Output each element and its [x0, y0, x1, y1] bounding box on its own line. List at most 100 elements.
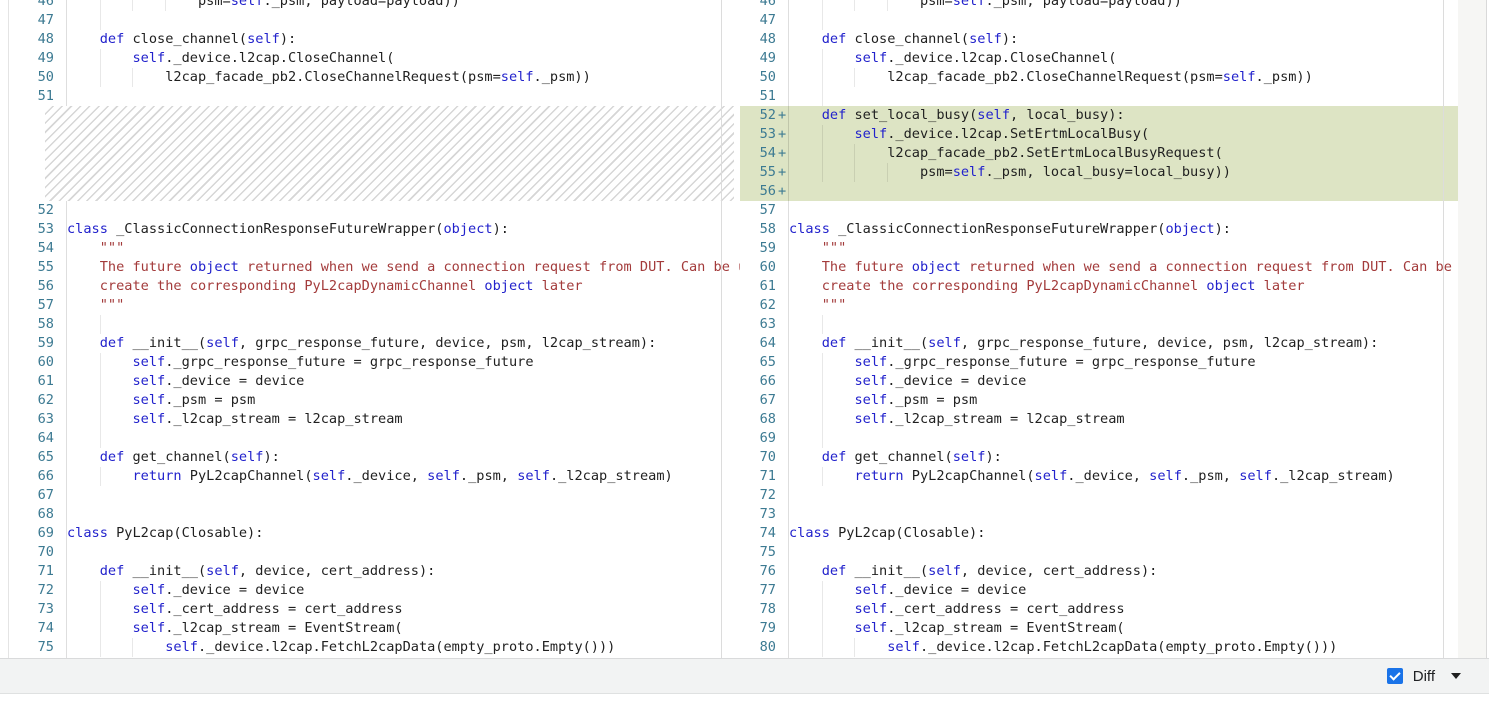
line-gutter: 54: [0, 239, 67, 258]
line-gutter: 80: [740, 638, 789, 657]
line-number: 62: [740, 296, 778, 315]
scrollbar-track[interactable]: [1458, 0, 1487, 658]
line-gutter: 78: [740, 600, 789, 619]
added-line-marker: [56, 353, 66, 372]
added-line-marker: [778, 467, 788, 486]
code-text: def __init__(self, device, cert_address)…: [67, 562, 740, 581]
line-gutter: 57: [0, 296, 67, 315]
code-text: class _ClassicConnectionResponseFutureWr…: [789, 220, 1458, 239]
code-line: 59 def __init__(self, grpc_response_futu…: [0, 334, 740, 353]
line-number: 71: [740, 467, 778, 486]
code-line: 51: [0, 87, 740, 106]
code-text: class PyL2cap(Closable):: [789, 524, 1458, 543]
code-line: 68 self._l2cap_stream = l2cap_stream: [740, 410, 1458, 429]
code-line: 67 self._psm = psm: [740, 391, 1458, 410]
code-text: """: [67, 296, 740, 315]
added-line-marker: [778, 277, 788, 296]
line-number: 65: [740, 353, 778, 372]
code-text: [67, 543, 740, 562]
line-gutter: 70: [740, 448, 789, 467]
code-line: 69: [740, 429, 1458, 448]
code-line: 79 self._l2cap_stream = EventStream(: [740, 619, 1458, 638]
line-gutter: 52: [0, 201, 67, 220]
line-gutter: 52+: [740, 106, 789, 125]
added-line-marker: [778, 448, 788, 467]
code-text: The future object returned when we send …: [67, 258, 740, 277]
code-text: self._l2cap_stream = EventStream(: [789, 619, 1458, 638]
code-rows-new: 46 psm=self._psm, payload=payload))4748 …: [740, 0, 1458, 658]
line-gutter: 58: [0, 315, 67, 334]
code-line: 71 def __init__(self, device, cert_addre…: [0, 562, 740, 581]
code-line: 51: [740, 87, 1458, 106]
added-line-marker: [56, 467, 66, 486]
line-gutter: 70: [0, 543, 67, 562]
diff-pane-old: 46 psm=self._psm, payload=payload))4748 …: [0, 0, 740, 658]
code-line: 63 self._l2cap_stream = l2cap_stream: [0, 410, 740, 429]
line-gutter: 69: [0, 524, 67, 543]
added-line-marker: +: [778, 163, 788, 182]
line-gutter: 48: [0, 30, 67, 49]
code-text: psm=self._psm, payload=payload)): [67, 0, 740, 11]
line-gutter: 79: [740, 619, 789, 638]
code-text: """: [789, 296, 1458, 315]
line-gutter: 72: [740, 486, 789, 505]
added-line-marker: [778, 391, 788, 410]
code-text: l2cap_facade_pb2.SetErtmLocalBusyRequest…: [789, 144, 1458, 163]
code-line: 66 self._device = device: [740, 372, 1458, 391]
code-line: 50 l2cap_facade_pb2.CloseChannelRequest(…: [740, 68, 1458, 87]
chevron-down-icon[interactable]: [1451, 673, 1461, 679]
added-line-marker: [778, 0, 788, 11]
line-gutter: 73: [0, 600, 67, 619]
line-gutter: 51: [0, 87, 67, 106]
line-number: 68: [740, 410, 778, 429]
line-number: 60: [740, 258, 778, 277]
code-text: self._device = device: [67, 372, 740, 391]
line-number: 51: [740, 87, 778, 106]
added-line-marker: [778, 600, 788, 619]
line-gutter: 61: [0, 372, 67, 391]
code-line: 70: [0, 543, 740, 562]
code-text: psm=self._psm, local_busy=local_busy)): [789, 163, 1458, 182]
line-number: 57: [740, 201, 778, 220]
code-line: 63: [740, 315, 1458, 334]
code-line: 74 self._l2cap_stream = EventStream(: [0, 619, 740, 638]
added-line-marker: [56, 448, 66, 467]
diff-checkbox[interactable]: [1387, 668, 1403, 684]
line-gutter: 63: [740, 315, 789, 334]
line-gutter: 50: [740, 68, 789, 87]
code-text: [67, 201, 740, 220]
line-gutter: 56+: [740, 182, 789, 201]
line-gutter: 55+: [740, 163, 789, 182]
code-line: 50 l2cap_facade_pb2.CloseChannelRequest(…: [0, 68, 740, 87]
added-line-marker: [778, 11, 788, 30]
line-gutter: 71: [740, 467, 789, 486]
added-line-marker: [778, 429, 788, 448]
code-text: self._grpc_response_future = grpc_respon…: [789, 353, 1458, 372]
code-line: 46 psm=self._psm, payload=payload)): [740, 0, 1458, 11]
pane-left-edge-line: [8, 0, 9, 658]
line-number: 78: [740, 600, 778, 619]
line-gutter: 67: [0, 486, 67, 505]
code-line-added: 54+ l2cap_facade_pb2.SetErtmLocalBusyReq…: [740, 144, 1458, 163]
code-line: 69class PyL2cap(Closable):: [0, 524, 740, 543]
code-line: 48 def close_channel(self):: [740, 30, 1458, 49]
line-number: 58: [740, 220, 778, 239]
code-text: """: [67, 239, 740, 258]
added-line-marker: [56, 505, 66, 524]
code-line: 46 psm=self._psm, payload=payload)): [0, 0, 740, 11]
code-line: 74class PyL2cap(Closable):: [740, 524, 1458, 543]
line-gutter: 53+: [740, 125, 789, 144]
line-number: 64: [740, 334, 778, 353]
line-gutter: 62: [0, 391, 67, 410]
code-text: [789, 201, 1458, 220]
added-line-marker: [778, 581, 788, 600]
line-gutter: 69: [740, 429, 789, 448]
code-line: 49 self._device.l2cap.CloseChannel(: [0, 49, 740, 68]
added-line-marker: [778, 334, 788, 353]
hatch-pattern: [45, 106, 734, 201]
added-line-marker: [56, 220, 66, 239]
code-line: 73: [740, 505, 1458, 524]
added-line-marker: [778, 315, 788, 334]
line-gutter: 75: [740, 543, 789, 562]
line-gutter: 46: [0, 0, 67, 11]
